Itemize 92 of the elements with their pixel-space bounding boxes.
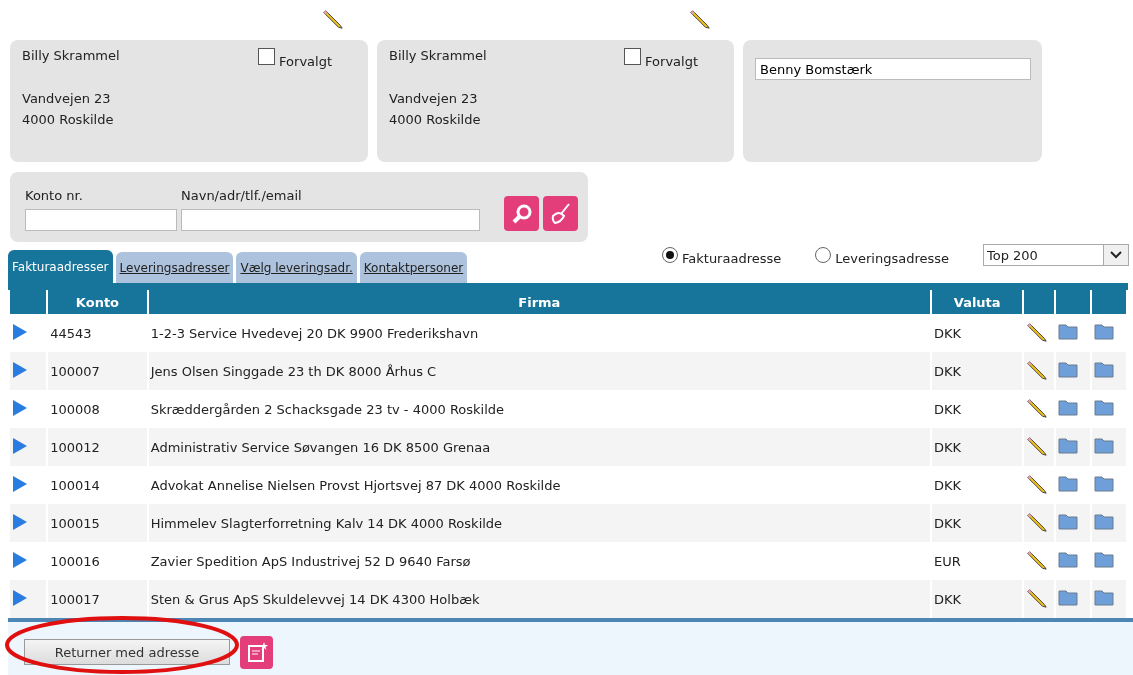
folder-icon[interactable] <box>1057 361 1078 378</box>
folder-icon[interactable] <box>1057 551 1078 568</box>
limit-select[interactable]: Top 200 <box>983 244 1129 266</box>
pencil-icon[interactable] <box>1026 548 1049 571</box>
table-cell-text: Himmelev Slagterforretning Kalv 14 DK 4000 Roskilde <box>149 514 504 533</box>
search-field[interactable] <box>25 209 177 231</box>
table-cell-text: Sten & Grus ApS Skuldelevvej 14 DK 4300 Holbæk <box>149 590 481 609</box>
table-cell-text: Zavier Spedition ApS Industrivej 52 D 9640 Farsø <box>149 552 472 571</box>
play-arrow-icon[interactable] <box>12 512 28 531</box>
field-label: Konto nr. <box>25 188 84 203</box>
column-header: Konto <box>48 290 147 314</box>
folder-icon[interactable] <box>1057 513 1078 530</box>
table-cell-text: 100017 <box>49 590 101 609</box>
folder-icon[interactable] <box>1057 323 1078 340</box>
play-arrow-icon[interactable] <box>12 550 28 569</box>
tab[interactable]: Vælg leveringsadr. <box>236 252 357 283</box>
table-cell-text: DKK <box>932 590 962 609</box>
default-checkbox[interactable] <box>258 48 276 65</box>
table-cell-text: DKK <box>932 400 962 419</box>
tab[interactable]: Fakturaadresser <box>8 250 113 283</box>
table-cell-text: 100016 <box>49 552 101 571</box>
checkbox-label: Forvalgt <box>645 54 698 69</box>
table-cell-text: 100012 <box>49 438 101 457</box>
pencil-icon[interactable] <box>689 7 711 30</box>
play-arrow-icon[interactable] <box>12 436 28 455</box>
play-arrow-icon[interactable] <box>12 398 28 417</box>
radio-label: Leveringsadresse <box>835 250 949 266</box>
pencil-icon[interactable] <box>1026 586 1049 609</box>
chevron-down-icon <box>1110 251 1122 259</box>
folder-icon[interactable] <box>1057 475 1078 492</box>
pencil-icon[interactable] <box>1026 472 1049 495</box>
tab[interactable]: Kontaktpersoner <box>359 252 468 283</box>
folder-icon[interactable] <box>1093 399 1114 416</box>
pencil-icon[interactable] <box>1026 320 1049 343</box>
search-field[interactable] <box>181 209 480 231</box>
folder-icon[interactable] <box>1093 589 1114 606</box>
city-text: 4000 Roskilde <box>22 112 115 127</box>
card-name: Billy Skrammel <box>22 48 120 65</box>
clear-button[interactable] <box>543 196 578 231</box>
radio-button[interactable] <box>662 247 678 263</box>
table-cell-text: EUR <box>932 552 962 571</box>
folder-icon[interactable] <box>1057 589 1078 606</box>
pencil-icon[interactable] <box>322 7 344 30</box>
play-arrow-icon[interactable] <box>12 588 28 607</box>
search-icon <box>510 202 533 225</box>
pencil-icon[interactable] <box>1026 510 1049 533</box>
table-cell-text: 100007 <box>49 362 101 381</box>
play-arrow-icon[interactable] <box>12 474 28 493</box>
folder-icon[interactable] <box>1093 323 1114 340</box>
folder-icon[interactable] <box>1057 437 1078 454</box>
return-button[interactable]: Returner med adresse <box>24 639 230 665</box>
folder-icon[interactable] <box>1093 475 1114 492</box>
table-cell-text: DKK <box>932 324 962 343</box>
table-cell-text: Jens Olsen Singgade 23 th DK 8000 Århus C <box>149 362 438 381</box>
contact-name-field[interactable]: Benny Bomstærk <box>755 58 1031 80</box>
table-cell-text: DKK <box>932 514 962 533</box>
street-text: Vandvejen 23 <box>22 91 112 106</box>
pencil-icon[interactable] <box>1026 434 1049 457</box>
folder-icon[interactable] <box>1093 437 1114 454</box>
note-icon <box>245 641 268 663</box>
radio-button[interactable] <box>815 247 832 263</box>
table-cell-text: 100014 <box>49 476 101 495</box>
column-header: Valuta <box>931 290 1023 314</box>
table-cell-text: DKK <box>932 438 962 457</box>
city-text: 4000 Roskilde <box>389 112 482 127</box>
play-arrow-icon[interactable] <box>12 322 28 341</box>
table-cell-text: 44543 <box>49 324 93 343</box>
field-label: Navn/adr/tlf./email <box>181 188 303 203</box>
default-checkbox[interactable] <box>624 48 642 65</box>
table-cell-text: DKK <box>932 476 962 495</box>
checkbox-label: Forvalgt <box>279 54 332 69</box>
table-cell-text: DKK <box>932 362 962 381</box>
radio-label: Fakturaadresse <box>682 250 782 266</box>
street-text: Vandvejen 23 <box>389 91 479 106</box>
folder-icon[interactable] <box>1093 513 1114 530</box>
table-cell-text: 1-2-3 Service Hvedevej 20 DK 9900 Frederikshavn <box>149 324 480 343</box>
folder-icon[interactable] <box>1093 361 1114 378</box>
pencil-icon[interactable] <box>1026 358 1049 381</box>
search-button[interactable] <box>504 196 539 231</box>
table-cell-text: 100015 <box>49 514 101 533</box>
table-cell-text: Skræddergården 2 Schacksgade 23 tv - 4000 Roskilde <box>149 400 506 419</box>
card-name: Billy Skrammel <box>389 48 487 65</box>
table-cell-text: 100008 <box>49 400 101 419</box>
tab[interactable]: Leveringsadresser <box>115 252 234 283</box>
play-arrow-icon[interactable] <box>12 360 28 379</box>
table-cell-text: Administrativ Service Søvangen 16 DK 8500 Grenaa <box>149 438 492 457</box>
pencil-icon[interactable] <box>1026 396 1049 419</box>
table-cell-text: Advokat Annelise Nielsen Provst Hjortsvej 87 DK 4000 Roskilde <box>149 476 562 495</box>
folder-icon[interactable] <box>1093 551 1114 568</box>
folder-icon[interactable] <box>1057 399 1078 416</box>
new-note-button[interactable] <box>240 635 273 669</box>
column-header: Firma <box>148 290 930 314</box>
